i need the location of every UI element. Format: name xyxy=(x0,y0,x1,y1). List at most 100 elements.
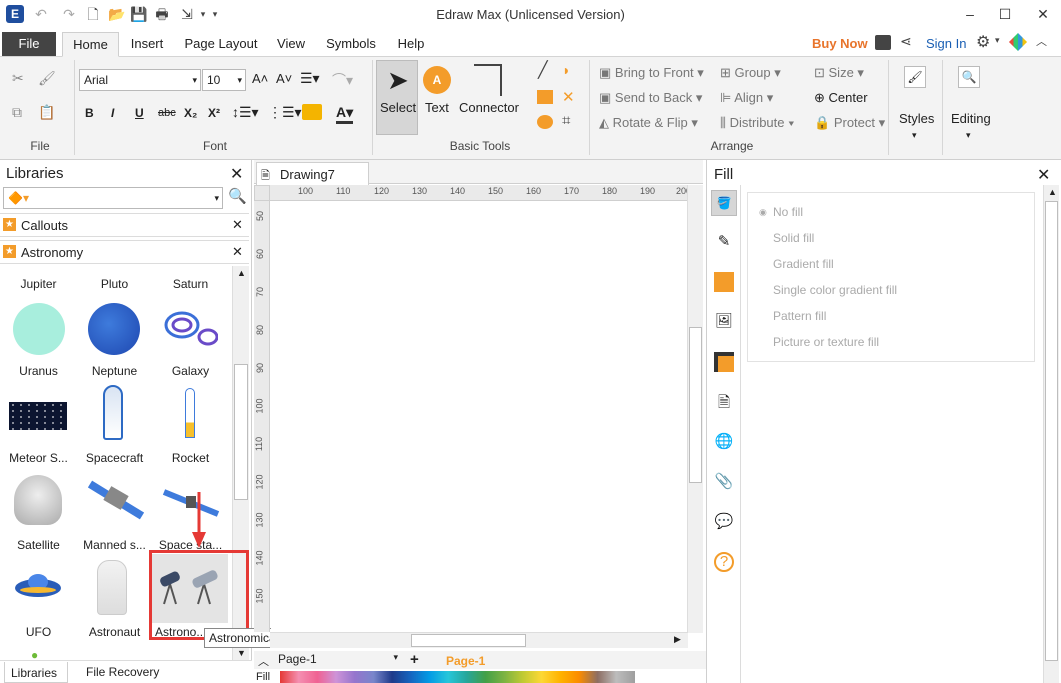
superscript-icon[interactable]: X² xyxy=(208,106,220,120)
line-style-icon[interactable]: ✎ xyxy=(714,232,734,252)
fill-option-no-fill[interactable]: No fill xyxy=(773,205,803,219)
crop-tool-icon[interactable]: ⌗ xyxy=(562,112,570,129)
shape-neptune[interactable]: Neptune xyxy=(77,364,152,378)
rocket-icon[interactable] xyxy=(185,388,195,438)
line-spacing-icon[interactable]: ↕☰▾ xyxy=(232,104,259,121)
select-tool[interactable]: ➤ xyxy=(376,60,418,135)
font-size-select[interactable]: 10 ▾ xyxy=(202,69,246,91)
editing-button[interactable]: Editing xyxy=(951,111,991,126)
image-icon[interactable]: 🖼 xyxy=(714,312,734,332)
paste-icon[interactable]: 📋 xyxy=(38,104,55,121)
distribute-button[interactable]: ⫼ Distribute ▾ xyxy=(720,114,794,132)
add-page-button[interactable]: + xyxy=(410,651,419,668)
tab-insert[interactable]: Insert xyxy=(126,32,168,57)
highlight-icon[interactable] xyxy=(302,104,322,120)
meteor-shower-icon[interactable] xyxy=(9,402,67,430)
tab-view[interactable]: View xyxy=(274,32,308,57)
library-section-astronomy[interactable]: ★ Astronomy ✕ xyxy=(0,240,249,264)
minimize-button[interactable]: – xyxy=(955,2,985,26)
tab-page-layout[interactable]: Page Layout xyxy=(180,32,262,57)
text-tool-icon[interactable]: A xyxy=(423,66,451,94)
fill-option-gradient[interactable]: Gradient fill xyxy=(773,257,834,271)
active-page-tab[interactable]: Page-1 xyxy=(446,654,485,668)
shape-manned-spacecraft[interactable]: Manned s... xyxy=(77,538,152,552)
document-tab[interactable]: 🗎 Drawing7 xyxy=(256,162,369,185)
galaxy-icon[interactable] xyxy=(162,307,219,347)
gear-icon[interactable]: ⚙ xyxy=(976,32,990,52)
line-tool-icon[interactable]: ╱ xyxy=(538,60,548,80)
attachment-icon[interactable]: 📎 xyxy=(714,472,734,492)
shrink-font-icon[interactable]: A˅ xyxy=(276,71,292,86)
size-button[interactable]: ⊡ Size ▾ xyxy=(814,64,864,82)
center-button[interactable]: ⊕ Center xyxy=(814,89,868,107)
chevron-down-icon[interactable]: ▾ xyxy=(912,130,917,141)
align-icon[interactable]: ☰▾ xyxy=(300,70,320,87)
buy-now-link[interactable]: Buy Now xyxy=(812,36,868,51)
shadow-icon[interactable] xyxy=(714,272,734,292)
ellipse-tool-icon[interactable] xyxy=(537,115,553,129)
underline-icon[interactable]: U xyxy=(135,106,144,120)
text-curve-icon[interactable]: ⌒▾ xyxy=(332,70,353,90)
satellite-dish-icon[interactable] xyxy=(14,475,62,525)
libraries-tab[interactable]: ● Libraries xyxy=(4,648,68,683)
shape-ufo[interactable]: UFO xyxy=(1,625,76,639)
fill-option-solid[interactable]: Solid fill xyxy=(773,231,814,245)
cart-icon[interactable] xyxy=(875,35,891,50)
italic-icon[interactable]: I xyxy=(111,106,114,120)
send-to-back-button[interactable]: ▣ Send to Back ▾ xyxy=(599,89,702,107)
close-icon[interactable]: ✕ xyxy=(230,164,243,184)
grow-font-icon[interactable]: A˄ xyxy=(252,71,268,86)
search-icon[interactable]: 🔍 xyxy=(228,187,247,205)
neptune-icon[interactable] xyxy=(88,303,140,355)
shape-spacecraft[interactable]: Spacecraft xyxy=(77,451,152,465)
group-button[interactable]: ⊞ Group ▾ xyxy=(720,64,781,82)
manned-spacecraft-icon[interactable] xyxy=(87,480,145,520)
close-icon[interactable]: ✕ xyxy=(1037,165,1050,185)
collapse-ribbon-icon[interactable]: ︿ xyxy=(1036,33,1047,49)
shape-satellite[interactable]: Satellite xyxy=(1,538,76,552)
vertical-scrollbar[interactable] xyxy=(687,185,703,633)
library-search-input[interactable]: 🔶▾ ▾ xyxy=(3,187,223,209)
spacecraft-icon[interactable] xyxy=(103,385,123,440)
font-family-select[interactable]: Arial ▾ xyxy=(79,69,201,91)
align-button[interactable]: ⊫ Align ▾ xyxy=(720,89,773,107)
rotate-flip-button[interactable]: ◭ Rotate & Flip ▾ xyxy=(599,114,698,132)
text-tool-label[interactable]: Text xyxy=(425,100,449,115)
horizontal-scrollbar[interactable]: ▶ xyxy=(270,632,688,648)
bullets-icon[interactable]: ⋮☰▾ xyxy=(268,104,302,121)
connector-icon[interactable] xyxy=(474,64,502,96)
format-painter-icon[interactable]: ✂ xyxy=(12,70,24,87)
help-icon[interactable]: ? xyxy=(714,552,734,572)
chevron-down-icon[interactable]: ▾ xyxy=(995,35,1000,46)
sign-in-link[interactable]: Sign In xyxy=(926,36,966,51)
copy-icon[interactable]: ⧉ xyxy=(12,104,22,121)
styles-icon[interactable]: 🖌 xyxy=(904,66,926,88)
tab-help[interactable]: Help xyxy=(394,32,428,57)
tab-home[interactable]: Home xyxy=(62,32,119,57)
strikethrough-icon[interactable]: abc xyxy=(158,107,176,119)
properties-icon[interactable]: 🗎 xyxy=(714,392,734,412)
right-scrollbar[interactable]: ▲ xyxy=(1043,185,1059,683)
space-station-icon[interactable] xyxy=(162,488,220,518)
brush-icon[interactable]: 🖌 xyxy=(38,70,56,87)
protect-button[interactable]: 🔒 Protect ▾ xyxy=(814,114,885,132)
share-icon[interactable]: ⋖ xyxy=(900,33,912,50)
shape-jupiter[interactable]: Jupiter xyxy=(1,277,76,291)
bring-to-front-button[interactable]: ▣ Bring to Front ▾ xyxy=(599,64,704,82)
file-recovery-tab[interactable]: File Recovery xyxy=(86,665,159,679)
close-icon[interactable]: ✕ xyxy=(232,244,243,260)
page-select[interactable]: Page-1 ▾ xyxy=(278,652,398,669)
file-menu[interactable]: File xyxy=(2,32,56,56)
rectangle-tool-icon[interactable] xyxy=(537,90,553,104)
styles-button[interactable]: Styles xyxy=(899,111,934,126)
subscript-icon[interactable]: X₂ xyxy=(184,106,197,120)
ufo-icon[interactable] xyxy=(14,572,62,602)
shape-pluto[interactable]: Pluto xyxy=(77,277,152,291)
search-icon[interactable]: 🔍 xyxy=(958,66,980,88)
layers-icon[interactable] xyxy=(714,352,734,372)
chevron-up-icon[interactable]: ︿ xyxy=(258,653,269,669)
connector-label[interactable]: Connector xyxy=(459,100,519,115)
color-palette[interactable] xyxy=(280,671,635,683)
maximize-button[interactable]: ☐ xyxy=(990,2,1020,26)
library-section-callouts[interactable]: ★ Callouts ✕ xyxy=(0,213,249,237)
